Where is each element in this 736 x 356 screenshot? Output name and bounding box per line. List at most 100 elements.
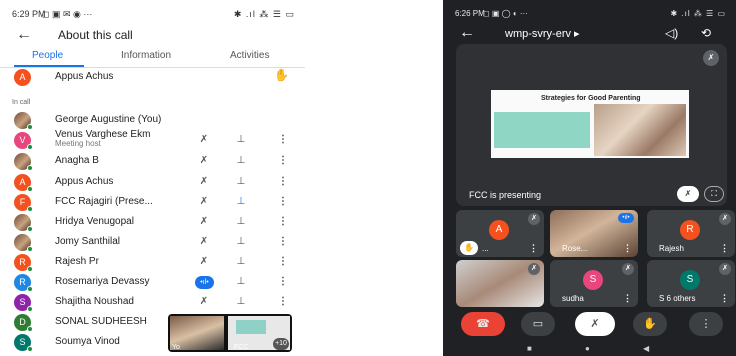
online-status-dot — [27, 346, 33, 352]
avatar: F — [14, 194, 33, 212]
presentation-tile[interactable]: ✗ Strategies for Good Parenting FCC is p… — [456, 44, 727, 206]
pin-icon[interactable]: ⊥ — [234, 255, 248, 269]
more-options-icon[interactable]: ⋮ — [276, 195, 290, 209]
mic-off-icon[interactable]: ✗ — [197, 255, 211, 269]
participant-row[interactable]: R Rosemariya Devassy •ıl• ⊥ ⋮ — [0, 272, 305, 292]
pip-label-self: Yo — [172, 344, 180, 351]
back-arrow-icon[interactable]: ← — [459, 24, 475, 42]
tab-people[interactable]: People — [32, 50, 63, 61]
pin-icon[interactable]: ⊥ — [234, 275, 248, 289]
mic-off-icon: ✗ — [703, 50, 719, 66]
participant-tile[interactable]: ✗ S S 6 others ⋮ — [647, 260, 735, 307]
status-time: 6:29 PM — [12, 9, 46, 19]
participant-row[interactable]: Anagha B ✗ ⊥ ⋮ — [0, 151, 305, 171]
pin-icon[interactable]: ⊥ — [234, 235, 248, 249]
participant-tile[interactable]: •ıl• Rose... ⋮ — [550, 210, 638, 257]
avatar: D — [14, 314, 33, 332]
participant-tile[interactable]: ✗ Ssudha ⋮ — [550, 260, 638, 307]
participant-row[interactable]: George Augustine (You) — [0, 110, 305, 130]
pip-label-presenter: FCC — [234, 344, 249, 351]
participant-row[interactable]: S Shajitha Noushad ✗ ⊥ ⋮ — [0, 292, 305, 312]
avatar: R — [14, 254, 33, 272]
raise-hand-button[interactable]: ✋ — [633, 312, 667, 336]
mic-toggle-button[interactable]: ✗ — [575, 312, 615, 336]
pin-icon[interactable]: ⊥ — [234, 133, 248, 147]
avatar: S — [680, 270, 700, 290]
participant-name: Soumya Vinod — [55, 336, 120, 347]
participant-tile[interactable]: ✗ R Rajesh ⋮ — [647, 210, 735, 257]
mic-off-icon[interactable]: ✗ — [197, 235, 211, 249]
mic-off-icon[interactable]: ✗ — [197, 295, 211, 309]
mic-off-icon[interactable]: ✗ — [197, 175, 211, 189]
more-options-icon[interactable]: ⋮ — [276, 154, 290, 168]
mic-off-icon[interactable]: ✗ — [197, 195, 211, 209]
more-options-icon[interactable]: ⋮ — [276, 295, 290, 309]
mute-presentation-button[interactable]: ✗ — [677, 186, 699, 202]
tile-more-icon[interactable]: ⋮ — [720, 293, 729, 304]
tile-name: Rajesh — [659, 244, 684, 253]
participant-name: Appus Achus — [55, 71, 114, 82]
more-options-icon[interactable]: ⋮ — [276, 133, 290, 147]
more-options-icon[interactable]: ⋮ — [276, 175, 290, 189]
fullscreen-button[interactable]: ⛶ — [704, 186, 724, 202]
pin-icon[interactable]: ⊥ — [234, 154, 248, 168]
mic-off-icon: ✗ — [719, 213, 731, 225]
end-call-button[interactable]: ☎ — [461, 312, 505, 336]
participant-row[interactable]: Jomy Santhilal ✗ ⊥ ⋮ — [0, 232, 305, 252]
participant-row[interactable]: R Rajesh Pr ✗ ⊥ ⋮ — [0, 252, 305, 272]
mic-off-icon: ✗ — [528, 263, 540, 275]
participant-row[interactable]: A Appus Achus ✗ ⊥ ⋮ — [0, 172, 305, 192]
status-bar: 6:26 PM ◻ ▣ ◯ ◐ ··· ✱ .ıl ⁂ ☰ ▭ — [443, 0, 736, 24]
participant-row[interactable]: V Venus Varghese Ekm Meeting host ✗ ⊥ ⋮ — [0, 129, 305, 150]
notification-icons: ◻ ▣ ◯ ◐ ··· — [483, 9, 528, 18]
back-nav-icon[interactable]: ◀ — [643, 344, 649, 353]
tab-information[interactable]: Information — [121, 50, 171, 61]
screenshot-stage: 6:29 PM ◻ ▣ ✉ ◉ ··· ✱ .ıl ⁂ ☰ ▭ ← About … — [0, 0, 736, 356]
tile-more-icon[interactable]: ⋮ — [623, 293, 632, 304]
notification-icons: ◻ ▣ ✉ ◉ ··· — [42, 9, 93, 19]
slide-title: Strategies for Good Parenting — [541, 95, 641, 102]
status-time: 6:26 PM — [455, 9, 485, 18]
tile-name: sudha — [562, 294, 584, 303]
more-options-icon[interactable]: ⋮ — [276, 235, 290, 249]
tile-more-icon[interactable]: ⋮ — [529, 243, 538, 254]
pin-icon[interactable]: ⊥ — [234, 295, 248, 309]
participant-tile[interactable]: ✗ A ✋... ⋮ — [456, 210, 544, 257]
system-icons: ✱ .ıl ⁂ ☰ ▭ — [670, 9, 726, 18]
back-arrow-icon[interactable]: ← — [16, 26, 32, 44]
lobby-participant-row[interactable]: A Appus Achus ✋ — [0, 67, 305, 87]
slide-photo-collage — [594, 104, 686, 156]
participant-row[interactable]: Hridya Venugopal ✗ ⊥ ⋮ — [0, 212, 305, 232]
participant-tile[interactable]: ✗ — [456, 260, 544, 307]
avatar: S — [14, 294, 33, 312]
speaker-icon[interactable]: ◁) — [665, 26, 678, 40]
recents-icon[interactable]: ■ — [527, 344, 532, 353]
tile-more-icon[interactable]: ⋮ — [720, 243, 729, 254]
mic-off-icon: ✗ — [719, 263, 731, 275]
mic-off-icon[interactable]: ✗ — [197, 133, 211, 147]
raised-hand-icon[interactable]: ✋ — [274, 68, 289, 82]
tab-activities[interactable]: Activities — [230, 50, 269, 61]
participant-name: SONAL SUDHEESH — [55, 316, 147, 327]
more-options-button[interactable]: ⋮ — [689, 312, 723, 336]
presenting-label: FCC is presenting — [469, 190, 542, 200]
app-bar: ← About this call — [0, 26, 305, 46]
mic-off-icon[interactable]: ✗ — [197, 215, 211, 229]
home-icon[interactable]: ● — [585, 344, 590, 353]
tile-more-icon[interactable]: ⋮ — [623, 243, 632, 254]
picture-in-picture-preview[interactable]: Yo FCC +10 — [168, 314, 292, 352]
participant-row[interactable]: F FCC Rajagiri (Prese... ✗ ⊥ ⋮ — [0, 192, 305, 212]
more-options-icon[interactable]: ⋮ — [276, 215, 290, 229]
participant-name: Anagha B — [55, 155, 99, 166]
more-options-icon[interactable]: ⋮ — [276, 255, 290, 269]
pin-icon[interactable]: ⊥ — [234, 195, 248, 209]
camera-toggle-button[interactable]: ▭ — [521, 312, 555, 336]
meeting-code[interactable]: wmp-svry-erv ▸ — [505, 27, 580, 40]
pin-icon[interactable]: ⊥ — [234, 215, 248, 229]
pin-icon[interactable]: ⊥ — [234, 175, 248, 189]
more-options-icon[interactable]: ⋮ — [276, 275, 290, 289]
switch-camera-icon[interactable]: ⟲ — [701, 26, 711, 40]
avatar: A — [14, 174, 33, 192]
avatar: R — [680, 220, 700, 240]
mic-off-icon[interactable]: ✗ — [197, 154, 211, 168]
